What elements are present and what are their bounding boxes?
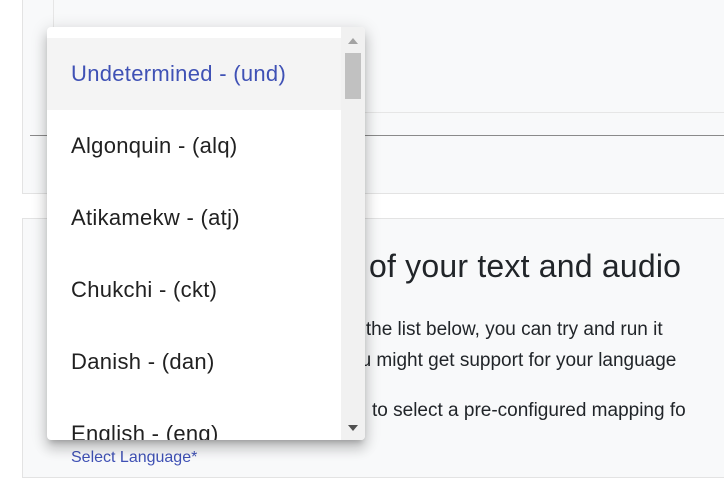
- section-description-line-3: to select a pre-configured mapping fo: [372, 400, 686, 421]
- scroll-down-arrow-icon[interactable]: [341, 418, 365, 438]
- option-danish[interactable]: Danish - (dan): [47, 326, 341, 398]
- option-algonquin[interactable]: Algonquin - (alq): [47, 110, 341, 182]
- option-english[interactable]: English - (eng): [47, 398, 341, 440]
- option-label: Danish - (dan): [71, 349, 215, 374]
- option-undetermined[interactable]: Undetermined - (und): [47, 38, 341, 110]
- option-atikamekw[interactable]: Atikamekw - (atj): [47, 182, 341, 254]
- select-language-label: Select Language*: [71, 449, 198, 466]
- option-label: Undetermined - (und): [71, 61, 287, 86]
- option-label: Atikamekw - (atj): [71, 205, 240, 230]
- option-label: Algonquin - (alq): [71, 133, 238, 158]
- option-label: English - (eng): [71, 421, 219, 440]
- dropdown-scrollbar[interactable]: [341, 27, 365, 440]
- scroll-up-arrow-icon[interactable]: [341, 31, 365, 51]
- language-options-list: Undetermined - (und) Algonquin - (alq) A…: [47, 38, 341, 440]
- section-description-line-2: ou might get support for your language: [350, 350, 677, 371]
- option-label: Chukchi - (ckt): [71, 277, 218, 302]
- section-title: of your text and audio: [369, 248, 682, 284]
- scrollbar-thumb[interactable]: [345, 53, 361, 99]
- option-chukchi[interactable]: Chukchi - (ckt): [47, 254, 341, 326]
- language-dropdown-panel[interactable]: Undetermined - (und) Algonquin - (alq) A…: [47, 27, 365, 440]
- section-description-line-1: n the list below, you can try and run it: [350, 319, 663, 340]
